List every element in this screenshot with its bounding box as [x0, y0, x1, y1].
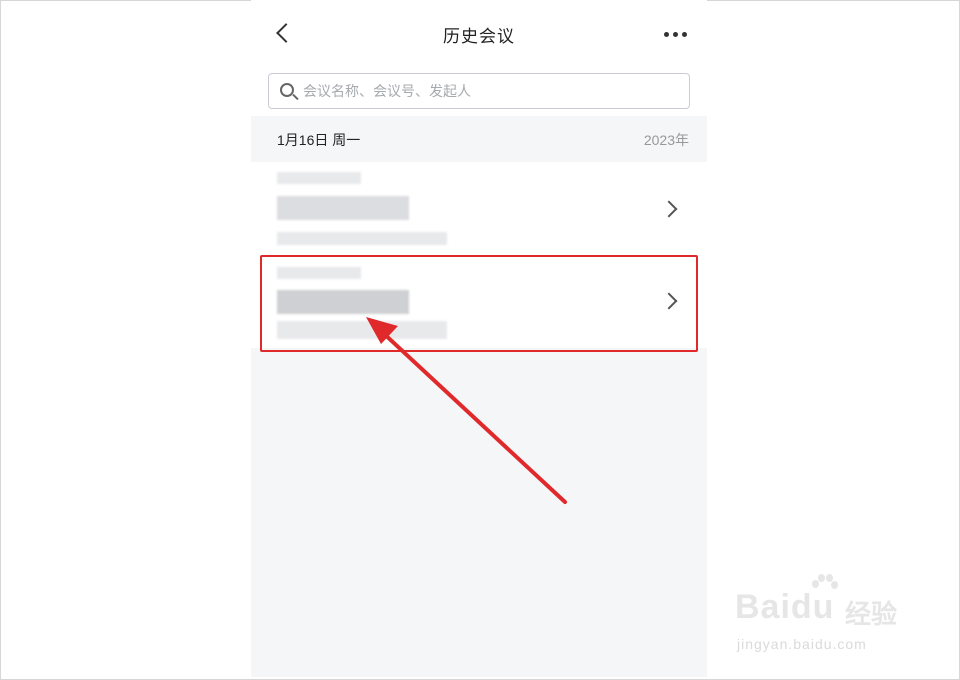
- search-input[interactable]: [303, 80, 673, 102]
- page-title: 历史会议: [443, 27, 515, 46]
- chevron-right-icon: [660, 292, 678, 310]
- nav-bar: 历史会议: [251, 0, 707, 68]
- more-options-button[interactable]: [661, 22, 691, 46]
- section-year: 2023年: [643, 132, 689, 148]
- blurred-meeting-info: [277, 321, 447, 339]
- blurred-meeting-name: [277, 196, 409, 220]
- more-dot-icon: [682, 32, 687, 37]
- blurred-meeting-time: [277, 172, 361, 184]
- blurred-meeting-name: [277, 290, 409, 314]
- more-dot-icon: [673, 32, 678, 37]
- blurred-meeting-time: [277, 267, 361, 279]
- date-section-header: 1月16日 周一 2023年: [251, 116, 707, 162]
- search-icon: [280, 83, 294, 97]
- blurred-meeting-info: [277, 232, 447, 245]
- meeting-list-item[interactable]: [251, 162, 707, 255]
- app-screen: 历史会议 1月16日 周一 2023年: [251, 0, 707, 677]
- section-date: 1月16日 周一: [277, 132, 361, 148]
- search-box[interactable]: [268, 73, 690, 109]
- search-section: [251, 68, 707, 116]
- chevron-right-icon: [660, 200, 678, 218]
- meeting-list-item[interactable]: [251, 255, 707, 348]
- more-dot-icon: [664, 32, 669, 37]
